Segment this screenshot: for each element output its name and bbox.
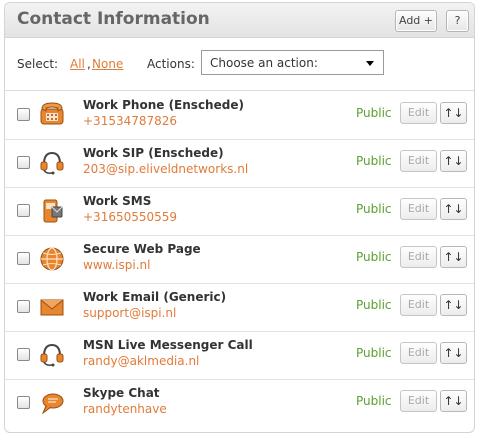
sort-button[interactable]: ↑↓ (440, 246, 467, 268)
headset-icon (40, 343, 64, 367)
contact-row: Secure Web Page www.ispi.nl Public Edit … (5, 235, 474, 284)
contact-row: Work SMS +31650550559 Public Edit ↑↓ (5, 187, 474, 236)
contact-name: Work SMS (83, 194, 152, 208)
globe-icon (40, 247, 64, 271)
sort-button[interactable]: ↑↓ (440, 342, 467, 364)
contact-value-link[interactable]: www.ispi.nl (83, 258, 150, 272)
contact-row: Work SIP (Enschede) 203@sip.eliveldnetwo… (5, 139, 474, 188)
visibility-status[interactable]: Public (356, 298, 392, 312)
edit-button[interactable]: Edit (400, 150, 437, 172)
contact-value-link[interactable]: randy@aklmedia.nl (83, 354, 199, 368)
edit-button[interactable]: Edit (400, 246, 437, 268)
sort-button[interactable]: ↑↓ (440, 150, 467, 172)
panel-header: Contact Information Add + ? (5, 3, 474, 38)
contact-name: Work Phone (Enschede) (83, 98, 244, 112)
select-all-link[interactable]: All (70, 57, 85, 71)
chat-bubble-icon (41, 393, 64, 415)
actions-dropdown[interactable]: Choose an action: (201, 50, 384, 75)
edit-button[interactable]: Edit (400, 294, 437, 316)
contact-value-link[interactable]: support@ispi.nl (83, 306, 176, 320)
visibility-status[interactable]: Public (356, 106, 392, 120)
contact-value-link[interactable]: +31650550559 (83, 210, 177, 224)
envelope-icon (40, 299, 64, 316)
actions-dropdown-value: Choose an action: (210, 56, 318, 70)
add-button[interactable]: Add + (395, 10, 437, 32)
select-none-link[interactable]: None (92, 57, 123, 71)
sort-button[interactable]: ↑↓ (440, 198, 467, 220)
contact-information-panel: Contact Information Add + ? Select: All … (4, 2, 475, 433)
panel-title: Contact Information (17, 9, 210, 29)
contact-row: MSN Live Messenger Call randy@aklmedia.n… (5, 331, 474, 380)
edit-button[interactable]: Edit (400, 102, 437, 124)
select-separator: , (87, 57, 91, 71)
row-checkbox[interactable] (17, 108, 30, 121)
visibility-status[interactable]: Public (356, 346, 392, 360)
help-button[interactable]: ? (446, 10, 469, 32)
row-checkbox[interactable] (17, 348, 30, 361)
sort-button[interactable]: ↑↓ (440, 294, 467, 316)
sort-button[interactable]: ↑↓ (440, 390, 467, 412)
contact-value-link[interactable]: +31534787826 (83, 114, 177, 128)
row-checkbox[interactable] (17, 300, 30, 313)
contact-value-link[interactable]: randytenhave (83, 402, 167, 416)
sort-button[interactable]: ↑↓ (440, 102, 467, 124)
visibility-status[interactable]: Public (356, 202, 392, 216)
row-checkbox[interactable] (17, 204, 30, 217)
headset-icon (40, 151, 64, 175)
contact-value-link[interactable]: 203@sip.eliveldnetworks.nl (83, 162, 248, 176)
edit-button[interactable]: Edit (400, 342, 437, 364)
row-checkbox[interactable] (17, 252, 30, 265)
edit-button[interactable]: Edit (400, 390, 437, 412)
contact-name: Skype Chat (83, 386, 160, 400)
contact-name: Work Email (Generic) (83, 290, 227, 304)
visibility-status[interactable]: Public (356, 250, 392, 264)
phone-icon (40, 102, 64, 125)
contact-name: MSN Live Messenger Call (83, 338, 253, 352)
contact-row: Skype Chat randytenhave Public Edit ↑↓ (5, 379, 474, 427)
visibility-status[interactable]: Public (356, 394, 392, 408)
select-actions-bar: Select: All , None Actions: Choose an ac… (5, 38, 474, 91)
row-checkbox[interactable] (17, 156, 30, 169)
actions-label: Actions: (147, 57, 195, 71)
contact-name: Work SIP (Enschede) (83, 146, 224, 160)
mobile-phone-icon (43, 199, 63, 223)
contact-row: Work Email (Generic) support@ispi.nl Pub… (5, 283, 474, 332)
select-label: Select: (17, 57, 59, 71)
contact-name: Secure Web Page (83, 242, 201, 256)
visibility-status[interactable]: Public (356, 154, 392, 168)
row-checkbox[interactable] (17, 396, 30, 409)
edit-button[interactable]: Edit (400, 198, 437, 220)
dropdown-arrow-icon (366, 61, 374, 66)
contact-row: Work Phone (Enschede) +31534787826 Publi… (5, 91, 474, 140)
